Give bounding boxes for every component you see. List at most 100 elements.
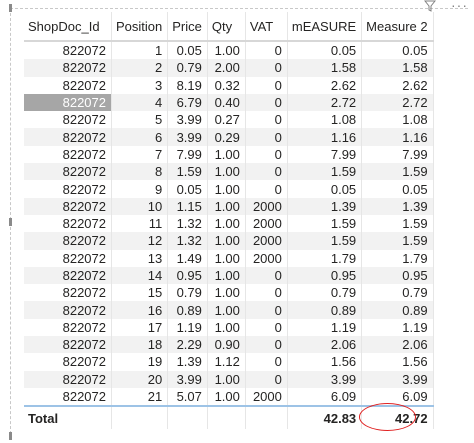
column-header-vat[interactable]: VAT (245, 12, 288, 42)
cell-position: 19 (111, 353, 169, 371)
cell-position: 21 (111, 387, 169, 407)
cell-measure-2: 0.05 (361, 180, 434, 198)
cell-position: 2 (111, 59, 169, 77)
cell-price: 1.49 (167, 249, 208, 267)
table-row[interactable]: 822072 13 1.49 1.00 2000 1.79 1.79 (24, 249, 434, 267)
column-header-position[interactable]: Position (111, 12, 169, 42)
cell-shopdoc-id: 822072 (24, 370, 112, 388)
cell-position: 11 (111, 214, 169, 233)
resize-handle-top-left[interactable] (9, 4, 12, 12)
cell-qty: 0.90 (207, 336, 246, 354)
table-row[interactable]: 822072 11 1.32 1.00 2000 1.59 1.59 (24, 214, 434, 233)
total-row: Total 42.83 42.72 (24, 403, 434, 432)
cell-measure-2: 1.19 (361, 318, 434, 337)
more-options-icon[interactable]: ··· (451, 0, 468, 12)
cell-position: 15 (111, 284, 169, 302)
cell-price: 2.29 (167, 336, 208, 354)
cell-shopdoc-id: 822072 (24, 249, 112, 267)
column-header-shopdoc-id[interactable]: ShopDoc_Id (24, 12, 112, 42)
cell-measure: 1.59 (287, 163, 363, 181)
cell-vat: 0 (245, 128, 288, 146)
total-empty-cell (111, 405, 169, 430)
cell-qty: 2.00 (207, 59, 246, 77)
table-row[interactable]: 822072 16 0.89 1.00 0 0.89 0.89 (24, 301, 434, 319)
cell-measure: 1.79 (287, 249, 363, 267)
cell-measure: 1.59 (287, 232, 363, 250)
cell-price: 6.79 (167, 93, 208, 112)
table-row[interactable]: 822072 21 5.07 1.00 2000 6.09 6.09 (24, 387, 434, 407)
cell-shopdoc-id: 822072 (24, 163, 112, 181)
table-row[interactable]: 822072 4 6.79 0.40 0 2.72 2.72 (24, 93, 434, 112)
cell-qty: 1.00 (207, 370, 246, 388)
cell-measure-2: 1.79 (361, 249, 434, 267)
table-row[interactable]: 822072 5 3.99 0.27 0 1.08 1.08 (24, 111, 434, 129)
table-row[interactable]: 822072 17 1.19 1.00 0 1.19 1.19 (24, 318, 434, 337)
resize-handle-bottom-left[interactable] (9, 432, 12, 440)
cell-measure: 1.59 (287, 214, 363, 233)
cell-qty: 0.40 (207, 93, 246, 112)
cell-position: 9 (111, 180, 169, 198)
cell-qty: 1.00 (207, 163, 246, 181)
column-header-measure-2[interactable]: Measure 2 (361, 12, 434, 42)
table-row[interactable]: 822072 7 7.99 1.00 0 7.99 7.99 (24, 145, 434, 164)
table-row[interactable]: 822072 14 0.95 1.00 0 0.95 0.95 (24, 266, 434, 285)
cell-shopdoc-id: 822072 (24, 318, 112, 337)
cell-qty: 1.12 (207, 353, 246, 371)
table-row[interactable]: 822072 10 1.15 1.00 2000 1.39 1.39 (24, 197, 434, 215)
cell-price: 7.99 (167, 145, 208, 164)
table-row[interactable]: 822072 15 0.79 1.00 0 0.79 0.79 (24, 284, 434, 302)
cell-measure: 0.05 (287, 180, 363, 198)
cell-price: 0.79 (167, 59, 208, 77)
cell-shopdoc-id: 822072 (24, 180, 112, 198)
cell-qty: 1.00 (207, 249, 246, 267)
cell-position: 3 (111, 76, 169, 94)
table-row[interactable]: 822072 1 0.05 1.00 0 0.05 0.05 (24, 41, 434, 60)
cell-vat: 0 (245, 59, 288, 77)
cell-price: 1.32 (167, 232, 208, 250)
cell-vat: 2000 (245, 214, 288, 233)
cell-vat: 0 (245, 145, 288, 164)
resize-handle-left[interactable] (9, 218, 12, 226)
column-header-qty[interactable]: Qty (207, 12, 246, 42)
data-table: ShopDoc_Id Position Price Qty VAT mEASUR… (24, 12, 434, 432)
cell-qty: 1.00 (207, 284, 246, 302)
cell-measure: 1.58 (287, 59, 363, 77)
cell-qty: 1.00 (207, 387, 246, 407)
cell-vat: 0 (245, 318, 288, 337)
filter-icon[interactable] (424, 0, 436, 12)
column-header-measure[interactable]: mEASURE (287, 12, 363, 42)
cell-measure: 3.99 (287, 370, 363, 388)
cell-position: 4 (111, 93, 169, 112)
cell-vat: 0 (245, 370, 288, 388)
table-row[interactable]: 822072 18 2.29 0.90 0 2.06 2.06 (24, 336, 434, 354)
cell-qty: 1.00 (207, 41, 246, 60)
table-row[interactable]: 822072 9 0.05 1.00 0 0.05 0.05 (24, 180, 434, 198)
cell-qty: 1.00 (207, 180, 246, 198)
table-row[interactable]: 822072 2 0.79 2.00 0 1.58 1.58 (24, 59, 434, 77)
cell-vat: 2000 (245, 387, 288, 407)
cell-price: 3.99 (167, 111, 208, 129)
cell-measure: 7.99 (287, 145, 363, 164)
cell-measure-2: 1.56 (361, 353, 434, 371)
cell-measure: 1.19 (287, 318, 363, 337)
cell-measure-2: 1.59 (361, 214, 434, 233)
table-row[interactable]: 822072 3 8.19 0.32 0 2.62 2.62 (24, 76, 434, 94)
cell-position: 16 (111, 301, 169, 319)
cell-price: 0.05 (167, 41, 208, 60)
cell-price: 0.89 (167, 301, 208, 319)
cell-measure: 1.08 (287, 111, 363, 129)
cell-price: 1.19 (167, 318, 208, 337)
cell-position: 17 (111, 318, 169, 337)
table-row[interactable]: 822072 8 1.59 1.00 0 1.59 1.59 (24, 163, 434, 181)
column-header-price[interactable]: Price (167, 12, 208, 42)
table-row[interactable]: 822072 19 1.39 1.12 0 1.56 1.56 (24, 353, 434, 371)
table-row[interactable]: 822072 12 1.32 1.00 2000 1.59 1.59 (24, 232, 434, 250)
cell-price: 0.05 (167, 180, 208, 198)
total-measure-2: 42.72 (359, 403, 434, 432)
cell-measure-2: 0.95 (361, 266, 434, 285)
cell-position: 10 (111, 197, 169, 215)
table-row[interactable]: 822072 6 3.99 0.29 0 1.16 1.16 (24, 128, 434, 146)
cell-qty: 0.27 (207, 111, 246, 129)
cell-price: 8.19 (167, 76, 208, 94)
table-row[interactable]: 822072 20 3.99 1.00 0 3.99 3.99 (24, 370, 434, 388)
